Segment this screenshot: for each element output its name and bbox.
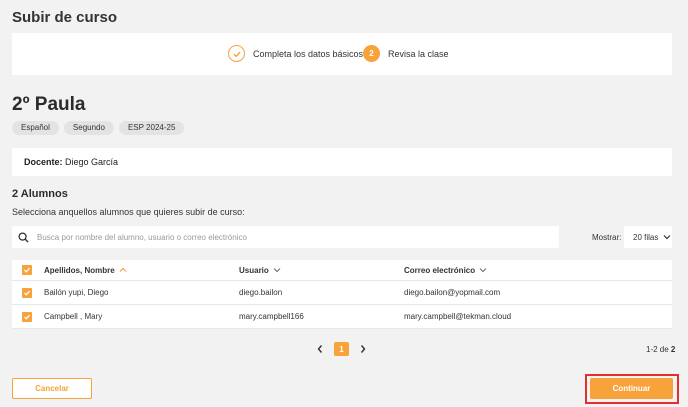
tag-course: ESP 2024-25 [118, 121, 185, 135]
step-review: 2 Revisa la clase [363, 45, 449, 62]
chevron-down-icon [479, 268, 487, 273]
student-email: diego.bailon@yopmail.com [404, 288, 501, 297]
chevron-down-icon [273, 268, 281, 273]
step-number: 2 [363, 45, 380, 62]
pagination-total: 2 [670, 345, 676, 354]
check-icon [24, 290, 30, 296]
chevron-down-icon [663, 235, 671, 240]
column-name-header[interactable]: Apellidos, Nombre [44, 266, 239, 275]
step-label: Completa los datos básicos [253, 48, 364, 59]
check-icon [24, 314, 30, 320]
pagination: 1 [316, 342, 367, 356]
row-checkbox[interactable] [22, 311, 32, 322]
select-all-checkbox[interactable] [22, 265, 32, 275]
rows-per-page-value: 20 filas [633, 232, 659, 242]
teacher-name: Diego García [65, 157, 119, 167]
tag-language: Español [12, 121, 59, 135]
pagination-info: 1-2 de 2 [646, 345, 675, 354]
continue-button[interactable]: Continuar [590, 378, 673, 399]
pagination-range: 1-2 de [646, 345, 669, 354]
teacher-label: Docente: [24, 157, 63, 167]
student-name: Campbell , Mary [44, 312, 103, 321]
tag-grade: Segundo [63, 121, 114, 135]
page-title: Subir de curso [12, 9, 118, 26]
table-row: Campbell , Mary mary.campbell166 mary.ca… [12, 305, 672, 329]
show-label: Mostrar: [592, 233, 622, 242]
search-input[interactable] [37, 232, 537, 242]
table-header: Apellidos, Nombre Usuario Correo electró… [12, 260, 672, 281]
stepper: Completa los datos básicos 2 Revisa la c… [12, 33, 672, 75]
search-icon [18, 231, 29, 243]
students-subtitle: Selecciona anquellos alumnos que quieres… [12, 207, 245, 217]
class-tags: Español Segundo ESP 2024-25 [12, 121, 185, 135]
student-user: diego.bailon [239, 288, 283, 297]
students-table: Apellidos, Nombre Usuario Correo electró… [12, 260, 672, 329]
teacher-panel: Docente: Diego García [12, 148, 672, 176]
step-label: Revisa la clase [388, 48, 449, 59]
chevron-right-icon[interactable] [359, 344, 367, 354]
chevron-left-icon[interactable] [316, 344, 324, 354]
cancel-button[interactable]: Cancelar [12, 378, 92, 399]
check-icon [24, 267, 30, 273]
row-checkbox[interactable] [22, 287, 32, 298]
rows-per-page-select[interactable]: 20 filas [624, 226, 672, 248]
search-box[interactable] [12, 226, 559, 248]
check-icon [228, 45, 245, 62]
column-user-header[interactable]: Usuario [239, 266, 404, 275]
student-user: mary.campbell166 [239, 312, 304, 321]
student-email: mary.campbell@tekman.cloud [404, 312, 512, 321]
chevron-up-icon [119, 267, 127, 272]
students-title: 2 Alumnos [12, 188, 68, 200]
student-name: Bailón yupi, Diego [44, 288, 109, 297]
step-basic-data: Completa los datos básicos [228, 45, 363, 62]
page-1-button[interactable]: 1 [334, 342, 349, 356]
class-name: 2º Paula [12, 94, 86, 115]
table-row: Bailón yupi, Diego diego.bailon diego.ba… [12, 281, 672, 305]
column-email-header[interactable]: Correo electrónico [404, 266, 672, 275]
